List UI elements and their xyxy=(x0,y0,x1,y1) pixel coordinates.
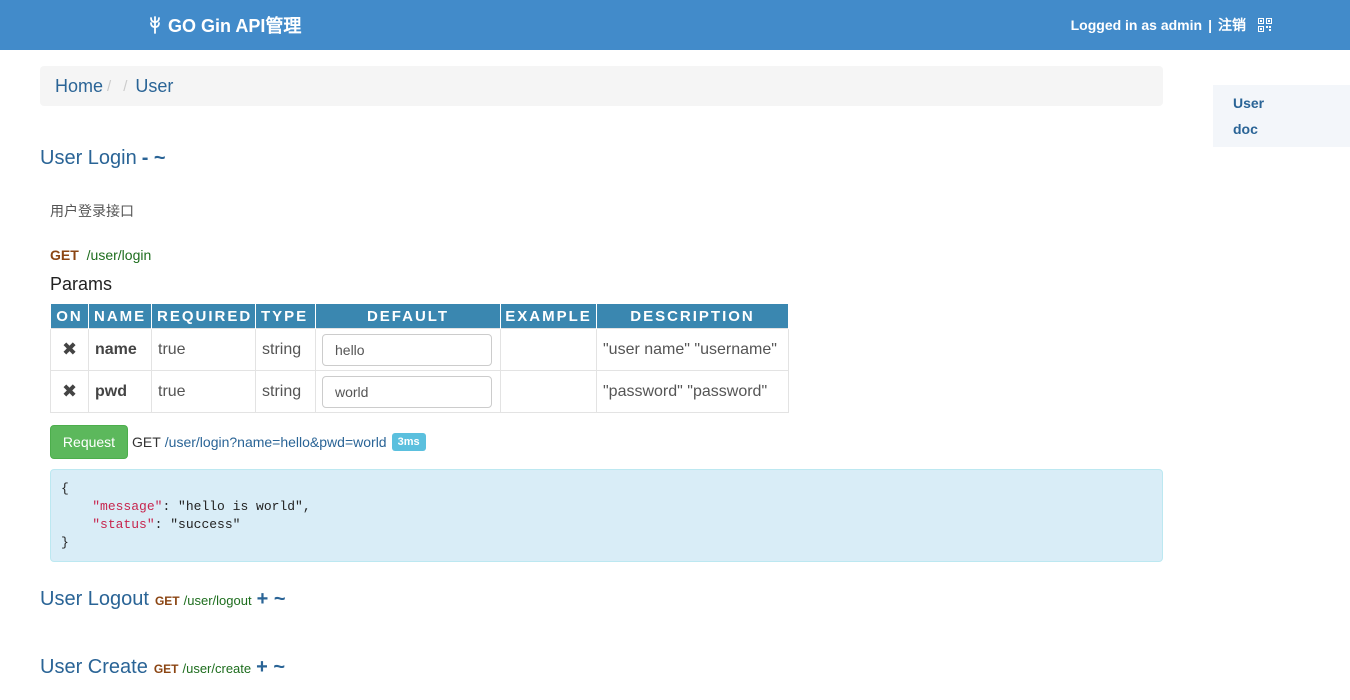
params-table: ON NAME REQUIRED TYPE DEFAULT EXAMPLE DE… xyxy=(50,304,789,413)
section-title-label: User Logout xyxy=(40,588,149,610)
json-key: "status" xyxy=(92,517,155,532)
breadcrumb-separator: / xyxy=(123,77,128,95)
logout-link[interactable]: 注销 xyxy=(1218,15,1246,35)
brand-title: GO Gin API管理 xyxy=(168,16,302,36)
param-default-input[interactable] xyxy=(322,333,492,366)
param-default-cell xyxy=(315,370,501,413)
section-toggle[interactable]: + ~ xyxy=(257,588,286,611)
json-brace: } xyxy=(61,535,69,550)
table-row: ✖ pwd true string "password" "password" xyxy=(50,370,789,413)
qrcode-icon[interactable] xyxy=(1258,18,1272,32)
side-nav: User doc xyxy=(1213,85,1350,147)
param-required: true xyxy=(151,328,256,371)
section-title-user-login[interactable]: User Login - ~ xyxy=(40,147,166,170)
column-header: TYPE xyxy=(255,304,316,329)
method-badge: GET xyxy=(154,594,180,608)
request-method: GET xyxy=(132,434,161,450)
brand[interactable]: GO Gin API管理 xyxy=(148,0,301,50)
param-example xyxy=(500,328,597,371)
params-heading: Params xyxy=(50,274,113,294)
section-title-user-logout[interactable]: User Logout GET /user/logout + ~ xyxy=(40,588,286,611)
logged-in-label: Logged in as admin xyxy=(1070,17,1203,33)
sidenav-item-user[interactable]: User xyxy=(1233,93,1350,119)
nav-separator: | xyxy=(1208,17,1212,33)
breadcrumb: Home / / User xyxy=(40,66,1163,106)
section-title-user-create[interactable]: User Create GET /user/create + ~ xyxy=(40,656,285,679)
column-header: EXAMPLE xyxy=(500,304,597,329)
column-header: DEFAULT xyxy=(315,304,501,329)
param-required: true xyxy=(151,370,256,413)
leaf-logo-icon xyxy=(148,16,162,34)
top-navbar: GO Gin API管理 Logged in as admin | 注销 xyxy=(0,0,1350,50)
breadcrumb-separator: / xyxy=(107,77,112,95)
method-badge: GET xyxy=(153,662,179,676)
endpoint-description: 用户登录接口 xyxy=(50,203,134,219)
response-body: { "message": "hello is world", "status":… xyxy=(50,469,1163,562)
breadcrumb-current[interactable]: User xyxy=(135,76,173,97)
sidenav-item-doc[interactable]: doc xyxy=(1233,119,1350,145)
request-button[interactable]: Request xyxy=(50,425,128,459)
column-header: ON xyxy=(50,304,89,329)
param-description: "password" "password" xyxy=(596,370,789,413)
section-toggle[interactable]: + ~ xyxy=(256,656,285,679)
json-brace: { xyxy=(61,481,69,496)
endpoint-route: GET /user/login xyxy=(50,247,151,263)
endpoint-path: /user/login xyxy=(86,247,152,263)
json-value: : "success" xyxy=(154,517,241,532)
param-type: string xyxy=(255,328,316,371)
param-default-cell xyxy=(315,328,501,371)
endpoint-path: /user/logout xyxy=(183,593,252,608)
column-header: REQUIRED xyxy=(151,304,256,329)
param-type: string xyxy=(255,370,316,413)
request-url-link[interactable]: /user/login?name=hello&pwd=world xyxy=(165,434,387,450)
section-title-label: User Create xyxy=(40,656,148,678)
timing-badge: 3ms xyxy=(391,433,426,451)
param-name: name xyxy=(88,328,152,371)
param-description: "user name" "username" xyxy=(596,328,789,371)
param-example xyxy=(500,370,597,413)
column-header: DESCRIPTION xyxy=(596,304,789,329)
param-name: pwd xyxy=(88,370,152,413)
endpoint-path: /user/create xyxy=(182,661,252,676)
section-title-label: User Login xyxy=(40,147,137,169)
remove-param-icon[interactable]: ✖ xyxy=(50,370,89,413)
breadcrumb-home[interactable]: Home xyxy=(55,76,103,97)
remove-param-icon[interactable]: ✖ xyxy=(50,328,89,371)
table-header-row: ON NAME REQUIRED TYPE DEFAULT EXAMPLE DE… xyxy=(50,304,789,329)
param-default-input[interactable] xyxy=(322,375,492,408)
section-toggle[interactable]: - ~ xyxy=(142,147,166,170)
json-key: "message" xyxy=(92,499,163,514)
user-menu: Logged in as admin | 注销 xyxy=(1071,0,1272,50)
request-row: Request GET /user/login?name=hello&pwd=w… xyxy=(50,425,426,459)
column-header: NAME xyxy=(88,304,152,329)
json-value: : "hello is world", xyxy=(162,499,311,514)
method-badge: GET xyxy=(50,247,79,263)
table-row: ✖ name true string "user name" "username… xyxy=(50,328,789,371)
